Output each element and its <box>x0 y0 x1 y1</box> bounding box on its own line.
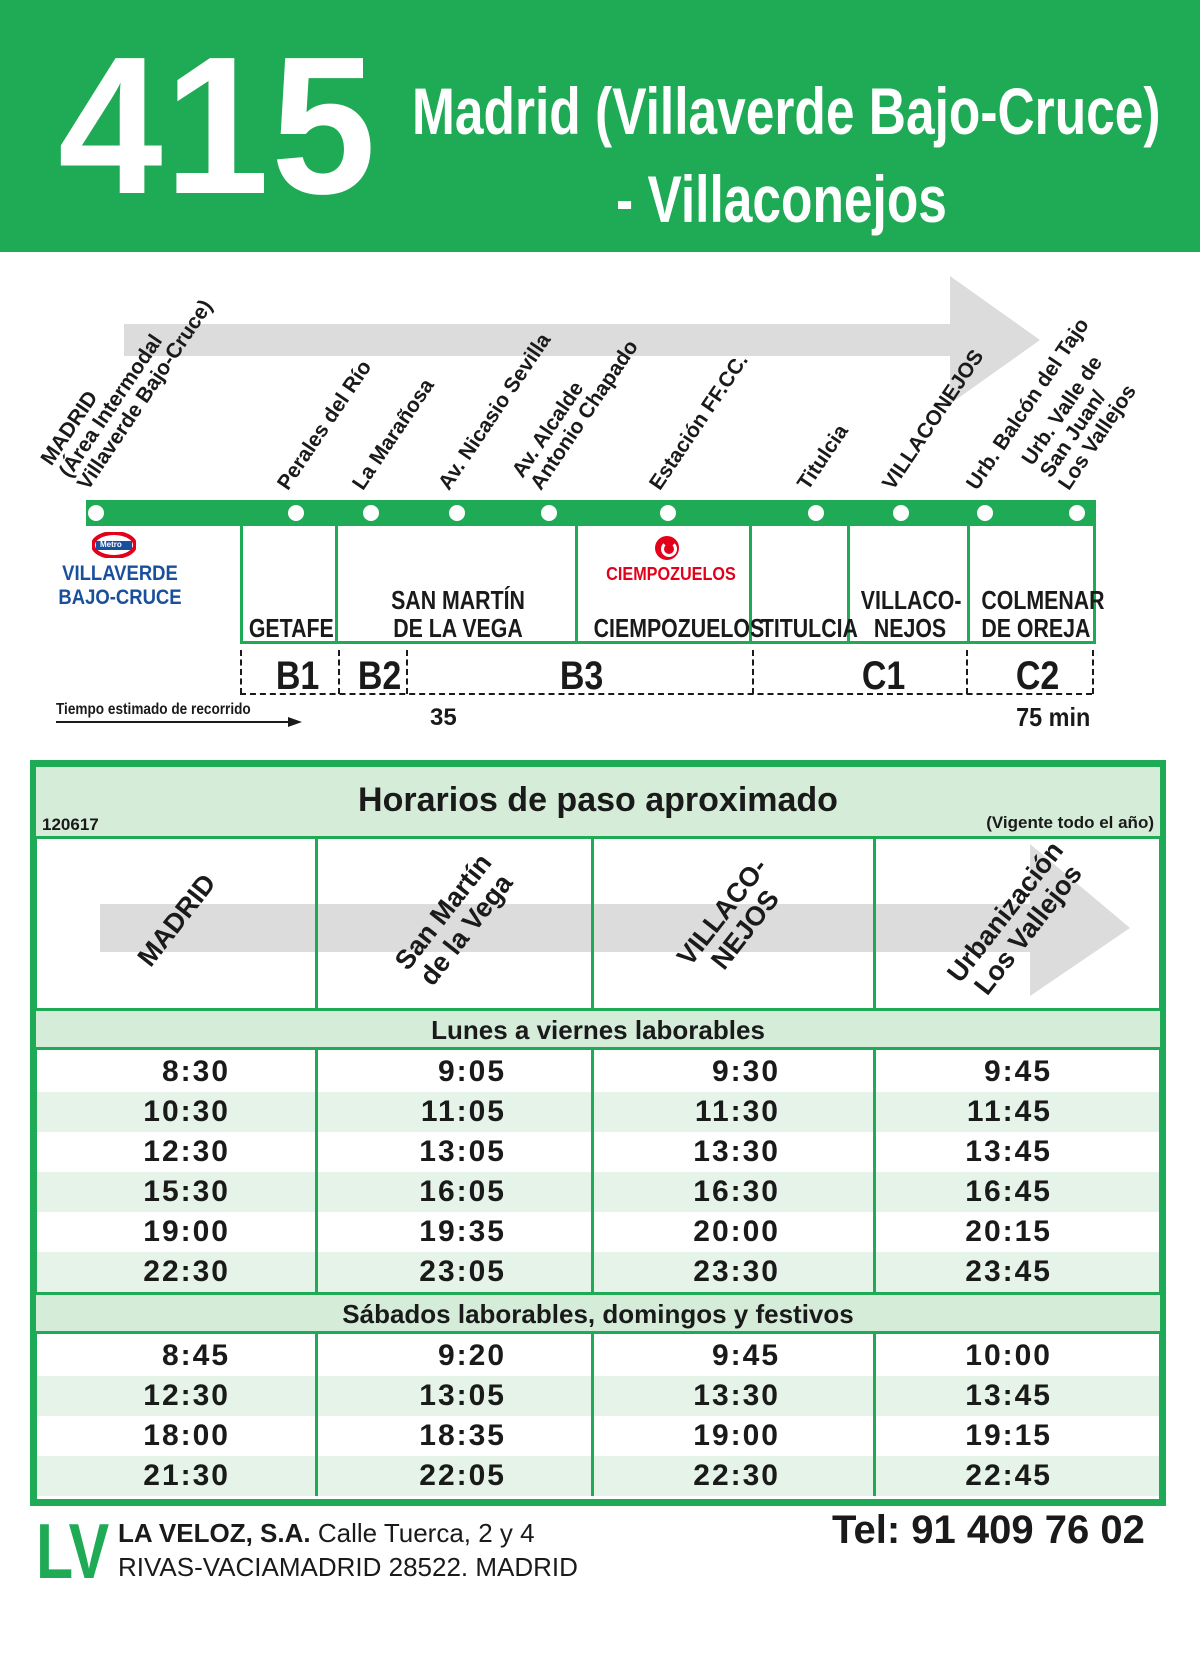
stop-dot <box>88 505 104 521</box>
company-address1: Calle Tuerca, 2 y 4 <box>317 1518 535 1548</box>
timetable-code: 120617 <box>42 815 99 834</box>
zone-label: B3 <box>559 654 604 698</box>
municipality-name: TITULCIA <box>760 613 858 643</box>
table-row: 8:30 9:05 9:30 9:45 <box>37 1052 1159 1092</box>
column-divider <box>315 1334 318 1496</box>
travel-time-arrow-icon <box>56 717 302 727</box>
column-divider <box>873 1334 876 1496</box>
time-cell: 9:45 <box>983 1055 1052 1088</box>
zone-divider <box>966 650 968 694</box>
stop-dot <box>977 505 993 521</box>
timetable-title-band: Horarios de paso aproximado 120617 (Vige… <box>36 767 1160 839</box>
zone-divider <box>406 650 408 694</box>
municipality-name-line: COLMENAR <box>981 585 1105 615</box>
metro-station-line1: VILLAVERDE <box>62 562 178 585</box>
municipality-name-line: CIEMPOZUELOS <box>593 613 765 643</box>
column-divider <box>591 1334 594 1496</box>
time-cell: 13:45 <box>965 1379 1052 1412</box>
time-cell: 11:45 <box>966 1095 1052 1128</box>
time-cell: 13:45 <box>965 1135 1052 1168</box>
time-cell: 16:45 <box>965 1175 1052 1208</box>
table-row: 18:00 18:35 19:00 19:15 <box>37 1416 1159 1456</box>
municipality-name-line: VILLACO- <box>860 585 962 615</box>
table-row: 21:30 22:05 22:30 22:45 <box>37 1456 1159 1496</box>
section-title: Sábados laborables, domingos y festivos <box>342 1299 854 1329</box>
municipality-name-line: SAN MARTÍN <box>391 585 525 615</box>
zone-divider <box>752 650 754 694</box>
metro-badge-text: Metro <box>100 540 122 549</box>
stop-dot <box>660 505 676 521</box>
route-header: 415 Madrid (Villaverde Bajo-Cruce) - Vil… <box>0 0 1200 252</box>
time-cell: 10:00 <box>965 1339 1052 1372</box>
metro-station: VILLAVERDE BAJO-CRUCE <box>58 562 181 610</box>
company-logo: LV <box>36 1507 110 1595</box>
table-row: 22:30 23:05 23:30 23:45 <box>37 1252 1159 1292</box>
stop-dot <box>808 505 824 521</box>
table-row: 10:30 11:05 11:30 11:45 <box>37 1092 1159 1132</box>
stop-dot <box>363 505 379 521</box>
column-divider <box>873 1050 876 1292</box>
section-title: Lunes a viernes laborables <box>431 1015 765 1045</box>
column-divider <box>873 836 876 1008</box>
municipality-name-line: GETAFE <box>248 613 334 643</box>
column-divider <box>315 836 318 1008</box>
time-cell: 22:45 <box>965 1459 1052 1492</box>
stop-dot <box>449 505 465 521</box>
metro-station-line2: BAJO-CRUCE <box>58 586 182 609</box>
table-row: 12:30 13:05 13:30 13:45 <box>37 1132 1159 1172</box>
zone-divider <box>338 650 340 694</box>
company-phone[interactable]: Tel: 91 409 76 02 <box>832 1508 1145 1553</box>
stop-dot <box>1069 505 1085 521</box>
municipality-name-line: DE OREJA <box>981 613 1091 643</box>
company-line1: LA VELOZ, S.A. Calle Tuerca, 2 y 4 <box>118 1518 535 1549</box>
stop-label-line: Titulcia <box>792 420 853 494</box>
time-cell: 20:15 <box>965 1215 1052 1248</box>
stop-dot <box>541 505 557 521</box>
municipality-name: SAN MARTÍN DE LA VEGA <box>360 586 557 642</box>
municipality-name: CIEMPOZUELOS <box>593 613 765 643</box>
municipality-name-line: TITULCIA <box>760 613 858 643</box>
table-row: 12:30 13:05 13:30 13:45 <box>37 1376 1159 1416</box>
time-cell: 19:15 <box>965 1419 1052 1452</box>
column-divider <box>591 1050 594 1292</box>
zone-label: C1 <box>861 654 906 698</box>
municipality-name-line: NEJOS <box>873 613 947 643</box>
column-divider <box>591 836 594 1008</box>
company-name: LA VELOZ, S.A. <box>118 1518 311 1548</box>
table-row: 15:30 16:05 16:30 16:45 <box>37 1172 1159 1212</box>
timetable-validity: (Vigente todo el año) <box>986 813 1154 832</box>
travel-time-mid: 35 <box>430 704 457 731</box>
travel-time-end: 75 min <box>1016 702 1091 732</box>
table-row: 19:00 19:35 20:00 20:15 <box>37 1212 1159 1252</box>
table-row: 8:45 9:20 9:45 10:00 <box>37 1336 1159 1376</box>
section-band: Sábados laborables, domingos y festivos <box>36 1292 1160 1334</box>
zone-divider <box>240 650 242 694</box>
zone-divider <box>1092 650 1094 694</box>
column-divider <box>315 1050 318 1292</box>
municipality-name-line: DE LA VEGA <box>393 613 523 643</box>
municipality-name: VILLACO- NEJOS <box>860 585 962 643</box>
stop-dot <box>893 505 909 521</box>
metro-icon: Metro <box>91 531 137 559</box>
municipality-name: COLMENAR DE OREJA <box>981 585 1105 643</box>
route-line <box>86 500 1096 526</box>
route-name-line2: - Villaconejos <box>616 162 947 236</box>
stop-label: Titulcia <box>792 420 853 494</box>
stop-dot <box>288 505 304 521</box>
municipality-name: GETAFE <box>248 613 334 643</box>
company-address2: RIVAS-VACIAMADRID 28522. MADRID <box>118 1552 578 1582</box>
zone-label: B1 <box>275 654 320 698</box>
section-band: Lunes a viernes laborables <box>36 1008 1160 1050</box>
zone-label: C2 <box>1015 654 1060 698</box>
zone-label: B2 <box>357 654 402 698</box>
time-cell: 23:45 <box>965 1255 1052 1288</box>
route-number: 415 <box>58 16 378 235</box>
route-name-line1: Madrid (Villaverde Bajo-Cruce) <box>412 74 1161 148</box>
